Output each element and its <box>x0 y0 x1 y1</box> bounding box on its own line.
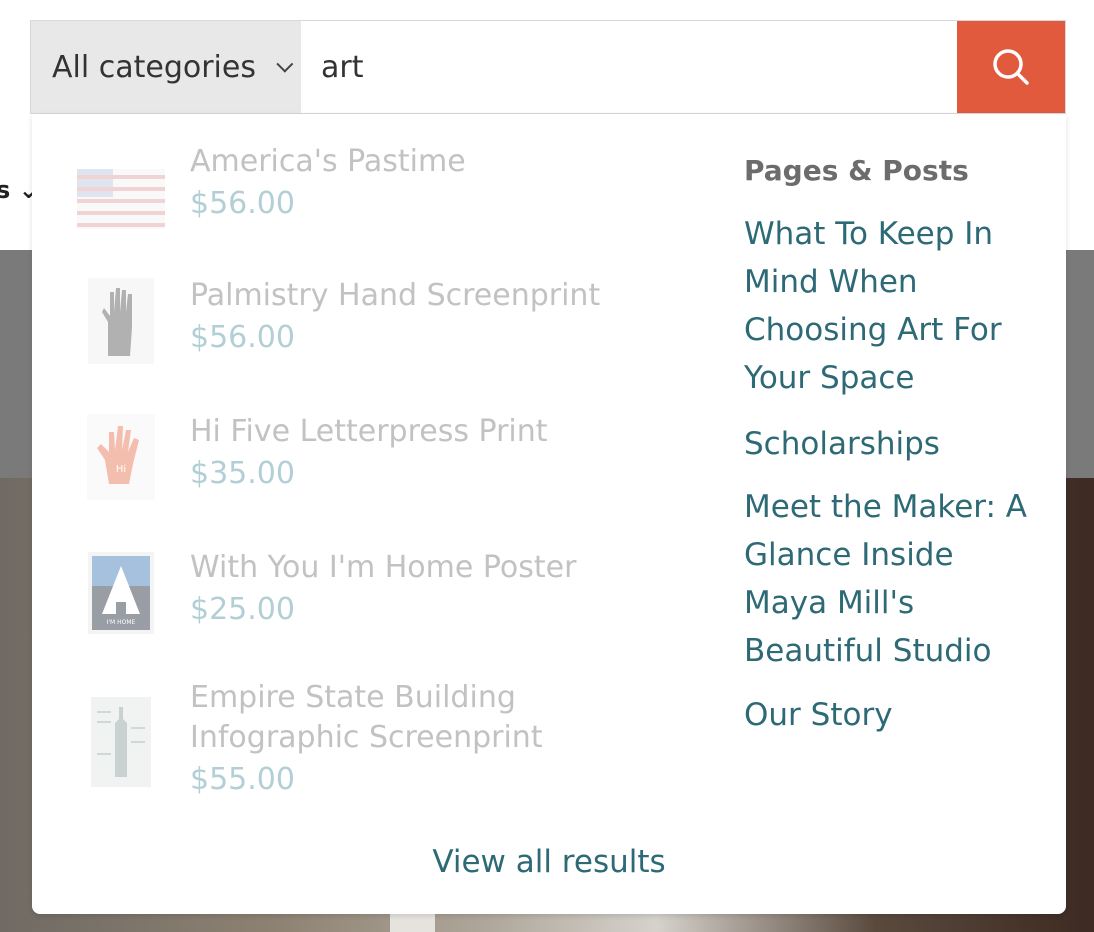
product-price: $35.00 <box>190 456 295 491</box>
post-link[interactable]: What To Keep In Mind When Choosing Art F… <box>744 210 1044 402</box>
view-all-results-link[interactable]: View all results <box>32 844 1066 880</box>
product-price: $56.00 <box>190 186 295 221</box>
search-results-dropdown: America's Pastime $56.00 Palmistry Hand … <box>32 114 1066 914</box>
category-select-label: All categories <box>52 49 256 85</box>
product-name: America's Pastime <box>190 144 466 179</box>
product-result[interactable]: Hi Hi Five Letterpress Print $35.00 <box>32 412 712 532</box>
product-name: With You I'm Home Poster <box>190 550 577 585</box>
search-button[interactable] <box>957 21 1065 113</box>
search-icon <box>993 49 1029 85</box>
search-input[interactable] <box>301 21 957 113</box>
product-price: $56.00 <box>190 320 295 355</box>
chevron-down-icon <box>276 55 294 73</box>
product-thumbnail <box>76 276 166 366</box>
product-thumbnail: I'M HOME <box>76 548 166 638</box>
product-thumbnail: Hi <box>76 412 166 502</box>
product-result[interactable]: Palmistry Hand Screenprint $56.00 <box>32 276 712 396</box>
svg-text:I'M HOME: I'M HOME <box>107 619 136 626</box>
page-link-scholarships[interactable]: Scholarships <box>744 420 1044 468</box>
product-name: Palmistry Hand Screenprint <box>190 278 601 313</box>
pages-posts-heading: Pages & Posts <box>744 154 969 187</box>
product-thumbnail <box>76 694 166 790</box>
post-link[interactable]: Meet the Maker: A Glance Inside Maya Mil… <box>744 483 1044 675</box>
product-price: $25.00 <box>190 592 295 627</box>
svg-text:Hi: Hi <box>116 464 126 475</box>
category-select[interactable]: All categories <box>31 21 301 113</box>
product-result[interactable]: I'M HOME With You I'm Home Poster $25.00 <box>32 548 712 668</box>
product-result[interactable]: America's Pastime $56.00 <box>32 144 712 274</box>
page-link-our-story[interactable]: Our Story <box>744 691 1044 739</box>
product-result[interactable]: Empire State Building Infographic Screen… <box>32 680 712 844</box>
search-bar: All categories <box>30 20 1066 114</box>
product-name: Empire State Building <box>190 680 516 715</box>
product-price: $55.00 <box>190 762 295 797</box>
product-name: Hi Five Letterpress Print <box>190 414 548 449</box>
product-thumbnail <box>76 154 166 244</box>
product-name: Infographic Screenprint <box>190 720 543 755</box>
